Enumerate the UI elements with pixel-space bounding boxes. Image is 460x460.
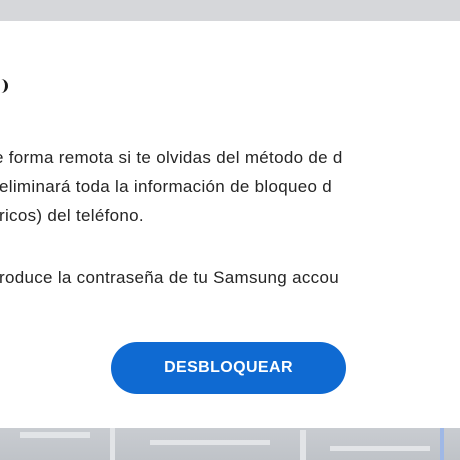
screen: e forma remota si te olvidas del método … bbox=[0, 0, 460, 460]
map-street bbox=[150, 440, 270, 445]
dialog-instruction: troduce la contraseña de tu Samsung acco… bbox=[0, 263, 460, 292]
map-street bbox=[300, 430, 306, 460]
instruction-line: troduce la contraseña de tu Samsung acco… bbox=[0, 268, 339, 287]
map-road bbox=[440, 428, 444, 460]
unlock-button[interactable]: DESBLOQUEAR bbox=[111, 342, 346, 394]
description-line: eliminará toda la información de bloqueo… bbox=[0, 177, 332, 196]
background-map bbox=[0, 428, 460, 460]
map-street bbox=[20, 432, 90, 438]
description-line: tricos) del teléfono. bbox=[0, 206, 144, 225]
map-street bbox=[330, 446, 430, 451]
unlock-dialog: e forma remota si te olvidas del método … bbox=[0, 21, 460, 428]
map-street bbox=[110, 428, 115, 460]
dialog-description: e forma remota si te olvidas del método … bbox=[0, 143, 460, 230]
description-line: e forma remota si te olvidas del método … bbox=[0, 148, 343, 167]
dialog-title-fragment bbox=[0, 79, 8, 93]
